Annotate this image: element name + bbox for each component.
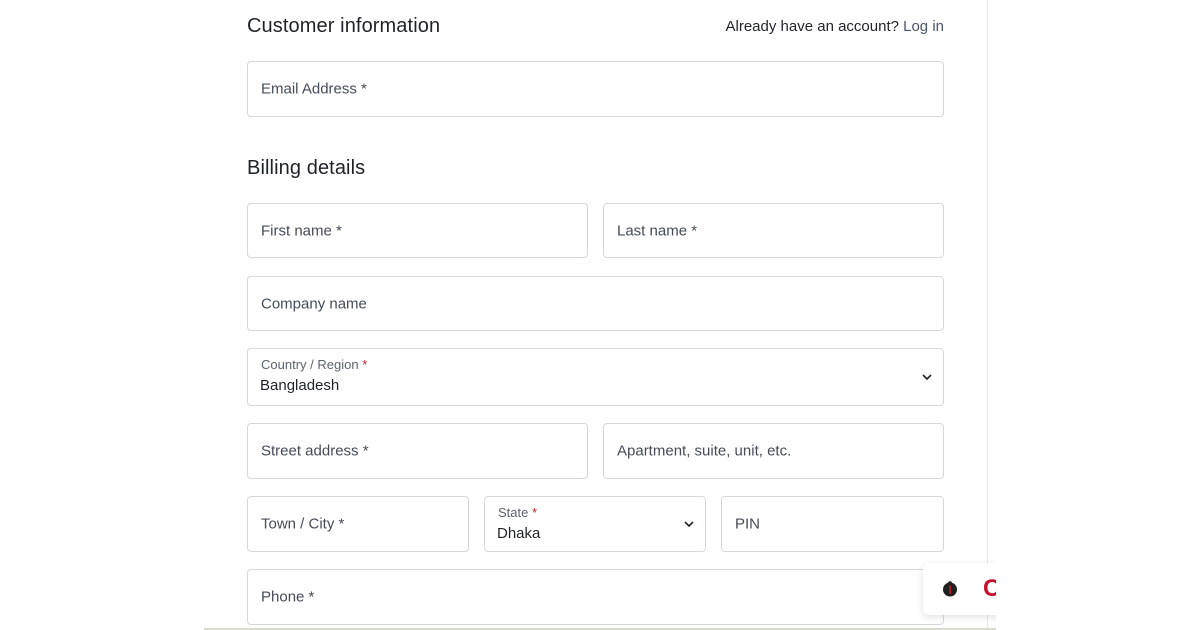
email-field[interactable]: Email Address *: [247, 61, 944, 117]
company-placeholder: Company name: [261, 295, 367, 312]
account-prompt: Already have an account? Log in: [726, 18, 945, 35]
country-label: Country / Region *: [261, 357, 367, 372]
first-name-field[interactable]: First name *: [247, 203, 588, 258]
country-value: Bangladesh: [260, 377, 340, 394]
apartment-field[interactable]: Apartment, suite, unit, etc.: [603, 423, 944, 479]
first-name-placeholder: First name *: [261, 222, 342, 239]
phone-field[interactable]: Phone *: [247, 569, 944, 625]
state-required-mark: *: [531, 505, 538, 520]
pin-placeholder: PIN: [735, 515, 761, 533]
page-edge-mask: [996, 0, 1200, 630]
country-label-text: Country / Region: [261, 357, 359, 372]
login-link[interactable]: Log in: [903, 18, 944, 35]
street-address-field[interactable]: Street address *: [247, 423, 588, 479]
page-divider: [987, 0, 988, 630]
state-label-text: State: [498, 505, 529, 520]
country-select[interactable]: Country / Region * Bangladesh: [247, 348, 944, 406]
account-prompt-text: Already have an account?: [725, 18, 899, 35]
chevron-down-icon: [922, 374, 932, 381]
email-placeholder: Email Address *: [261, 80, 367, 98]
company-field[interactable]: Company name: [247, 276, 944, 331]
state-label: State *: [498, 505, 537, 520]
street-placeholder: Street address *: [261, 442, 369, 460]
phone-placeholder: Phone *: [261, 588, 315, 606]
city-field[interactable]: Town / City *: [247, 496, 469, 552]
city-placeholder: Town / City *: [261, 515, 345, 533]
ladybug-icon: [943, 581, 957, 597]
last-name-placeholder: Last name *: [617, 222, 698, 239]
customer-info-title: Customer information: [247, 15, 441, 37]
state-value: Dhaka: [497, 525, 541, 542]
billing-title: Billing details: [247, 157, 366, 179]
state-select[interactable]: State * Dhaka: [484, 496, 706, 552]
country-required-mark: *: [362, 357, 368, 372]
chevron-down-icon: [684, 521, 694, 528]
last-name-field[interactable]: Last name *: [603, 203, 944, 258]
pin-field[interactable]: PIN: [721, 496, 944, 552]
apartment-placeholder: Apartment, suite, unit, etc.: [617, 442, 792, 460]
